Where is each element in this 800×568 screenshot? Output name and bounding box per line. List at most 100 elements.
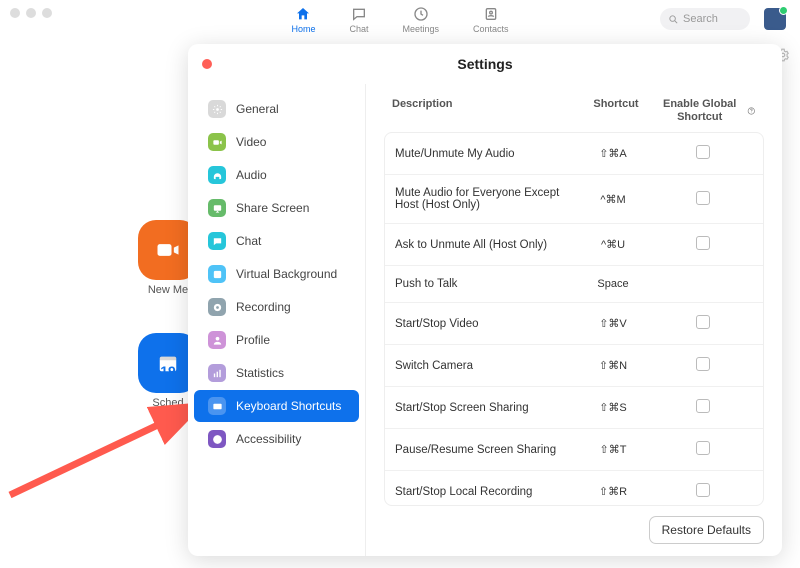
restore-defaults-button[interactable]: Restore Defaults xyxy=(649,516,764,544)
sidebar-item-label: Profile xyxy=(236,333,270,347)
nav-contacts[interactable]: Contacts xyxy=(473,6,509,34)
shortcut-description: Ask to Unmute All (Host Only) xyxy=(395,239,573,251)
shortcut-keys[interactable]: ⇧⌘V xyxy=(573,317,653,330)
sidebar-item-virtual-background[interactable]: Virtual Background xyxy=(194,258,359,290)
col-description: Description xyxy=(392,98,576,124)
global-checkbox[interactable] xyxy=(696,191,710,205)
table-row[interactable]: Start/Stop Screen Sharing ⇧⌘S xyxy=(385,387,763,429)
shortcut-keys[interactable]: ^⌘M xyxy=(573,193,653,206)
sidebar-item-profile[interactable]: Profile xyxy=(194,324,359,356)
sidebar-item-share-screen[interactable]: Share Screen xyxy=(194,192,359,224)
sidebar-item-video[interactable]: Video xyxy=(194,126,359,158)
sidebar-item-recording[interactable]: Recording xyxy=(194,291,359,323)
video-icon xyxy=(154,236,182,264)
sidebar-icon xyxy=(208,100,226,118)
nav-label: Chat xyxy=(349,24,368,34)
shortcut-description: Switch Camera xyxy=(395,360,573,372)
shortcut-description: Start/Stop Screen Sharing xyxy=(395,402,573,414)
table-header: Description Shortcut Enable Global Short… xyxy=(384,94,764,132)
nav-label: Contacts xyxy=(473,24,509,34)
shortcut-description: Pause/Resume Screen Sharing xyxy=(395,444,573,456)
sidebar-item-chat[interactable]: Chat xyxy=(194,225,359,257)
shortcut-keys[interactable]: ⇧⌘A xyxy=(573,147,653,160)
sidebar-item-label: Virtual Background xyxy=(236,267,337,281)
sidebar-item-keyboard-shortcuts[interactable]: Keyboard Shortcuts xyxy=(194,390,359,422)
global-checkbox[interactable] xyxy=(696,483,710,497)
sidebar-item-label: Keyboard Shortcuts xyxy=(236,399,341,413)
sidebar-icon xyxy=(208,364,226,382)
shortcut-global-cell xyxy=(653,236,753,253)
settings-content: Description Shortcut Enable Global Short… xyxy=(366,84,782,556)
sidebar-item-label: Audio xyxy=(236,168,267,182)
shortcut-keys[interactable]: Space xyxy=(573,278,653,290)
sidebar-item-label: Recording xyxy=(236,300,291,314)
nav-chat[interactable]: Chat xyxy=(349,6,368,34)
table-row[interactable]: Start/Stop Local Recording ⇧⌘R xyxy=(385,471,763,506)
global-checkbox[interactable] xyxy=(696,315,710,329)
table-row[interactable]: Push to Talk Space xyxy=(385,266,763,303)
shortcut-global-cell xyxy=(653,483,753,500)
settings-sidebar: General Video Audio Share Screen Chat Virtual… xyxy=(188,84,366,556)
shortcut-global-cell xyxy=(653,315,753,332)
sidebar-item-label: Statistics xyxy=(236,366,284,380)
sidebar-item-label: Chat xyxy=(236,234,261,248)
modal-title: Settings xyxy=(457,56,512,72)
nav-label: Meetings xyxy=(402,24,439,34)
global-checkbox[interactable] xyxy=(696,357,710,371)
search-placeholder: Search xyxy=(683,13,718,25)
modal-header: Settings xyxy=(188,44,782,84)
close-icon[interactable] xyxy=(202,59,212,69)
nav-label: Home xyxy=(291,24,315,34)
sidebar-item-label: General xyxy=(236,102,279,116)
search-input[interactable]: Search xyxy=(660,8,750,30)
global-checkbox[interactable] xyxy=(696,399,710,413)
global-checkbox[interactable] xyxy=(696,145,710,159)
col-shortcut: Shortcut xyxy=(576,98,656,124)
sidebar-item-general[interactable]: General xyxy=(194,93,359,125)
shortcut-keys[interactable]: ^⌘U xyxy=(573,238,653,251)
sidebar-item-label: Accessibility xyxy=(236,432,301,446)
help-icon[interactable] xyxy=(747,105,756,117)
sidebar-item-label: Share Screen xyxy=(236,201,309,215)
search-icon xyxy=(668,14,679,25)
shortcut-keys[interactable]: ⇧⌘T xyxy=(573,443,653,456)
sidebar-icon xyxy=(208,199,226,217)
shortcut-global-cell xyxy=(653,357,753,374)
sidebar-item-accessibility[interactable]: Accessibility xyxy=(194,423,359,455)
sidebar-icon xyxy=(208,265,226,283)
sidebar-icon xyxy=(208,430,226,448)
shortcut-keys[interactable]: ⇧⌘R xyxy=(573,485,653,498)
global-checkbox[interactable] xyxy=(696,441,710,455)
sidebar-item-audio[interactable]: Audio xyxy=(194,159,359,191)
table-row[interactable]: Mute Audio for Everyone Except Host (Hos… xyxy=(385,175,763,224)
clock-icon xyxy=(413,6,429,22)
shortcut-keys[interactable]: ⇧⌘N xyxy=(573,359,653,372)
global-checkbox[interactable] xyxy=(696,236,710,250)
table-row[interactable]: Ask to Unmute All (Host Only) ^⌘U xyxy=(385,224,763,266)
nav-home[interactable]: Home xyxy=(291,6,315,34)
sidebar-item-label: Video xyxy=(236,135,266,149)
avatar[interactable] xyxy=(764,8,786,30)
shortcut-description: Start/Stop Video xyxy=(395,318,573,330)
calendar-day: 19 xyxy=(160,363,176,379)
sidebar-item-statistics[interactable]: Statistics xyxy=(194,357,359,389)
shortcut-keys[interactable]: ⇧⌘S xyxy=(573,401,653,414)
table-row[interactable]: Mute/Unmute My Audio ⇧⌘A xyxy=(385,133,763,175)
shortcut-description: Push to Talk xyxy=(395,278,573,290)
chat-icon xyxy=(351,6,367,22)
shortcut-global-cell xyxy=(653,441,753,458)
shortcut-global-cell xyxy=(653,145,753,162)
col-global: Enable Global Shortcut xyxy=(656,98,756,124)
shortcut-description: Mute/Unmute My Audio xyxy=(395,148,573,160)
settings-modal: Settings General Video Audio Share Screen Ch… xyxy=(188,44,782,556)
table-row[interactable]: Switch Camera ⇧⌘N xyxy=(385,345,763,387)
sidebar-icon xyxy=(208,298,226,316)
table-row[interactable]: Start/Stop Video ⇧⌘V xyxy=(385,303,763,345)
content-footer: Restore Defaults xyxy=(384,506,764,544)
table-row[interactable]: Pause/Resume Screen Sharing ⇧⌘T xyxy=(385,429,763,471)
contacts-icon xyxy=(483,6,499,22)
sidebar-icon xyxy=(208,331,226,349)
nav-meetings[interactable]: Meetings xyxy=(402,6,439,34)
shortcuts-table[interactable]: Mute/Unmute My Audio ⇧⌘A Mute Audio for … xyxy=(384,132,764,506)
shortcut-global-cell xyxy=(653,191,753,208)
